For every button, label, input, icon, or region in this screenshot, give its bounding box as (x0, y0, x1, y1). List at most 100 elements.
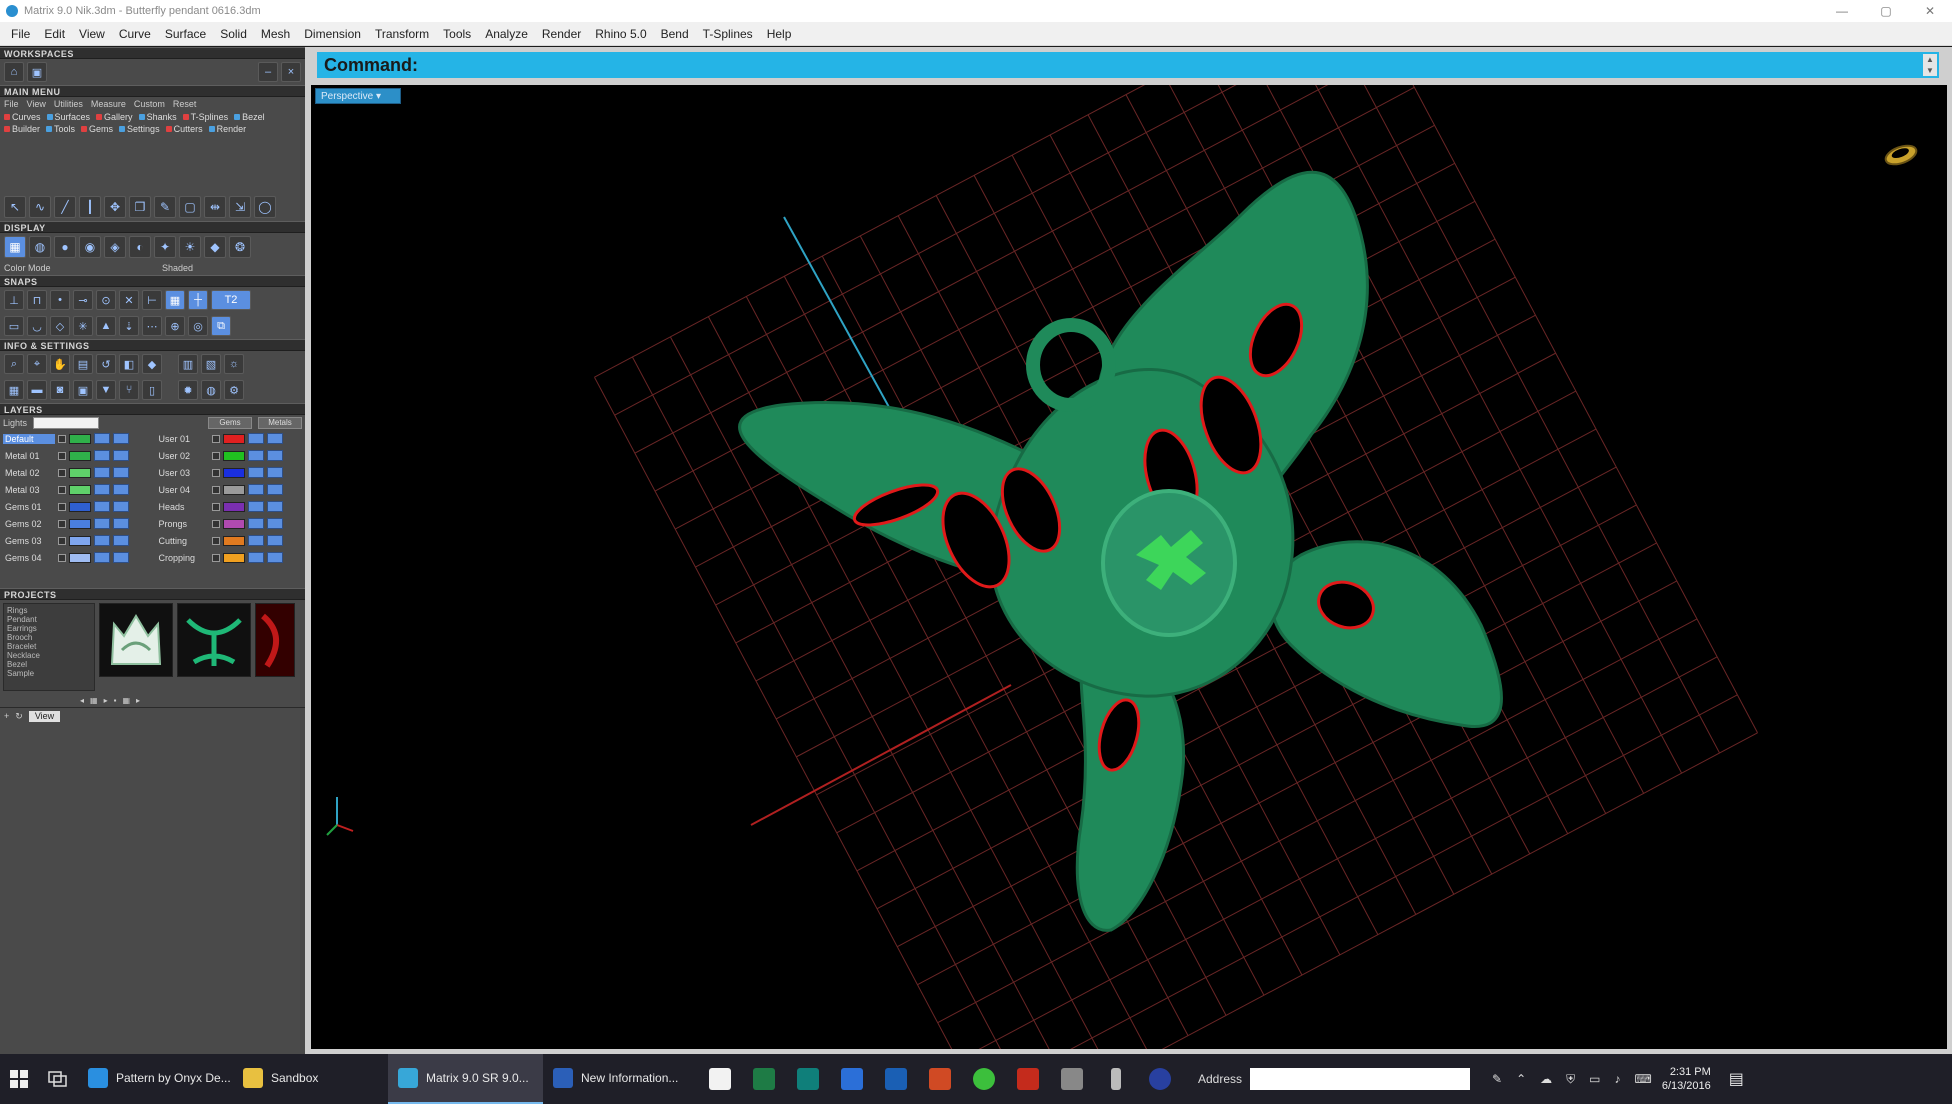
layer-row[interactable]: Gems 01 (3, 500, 149, 513)
project-list-item[interactable]: Earrings (7, 624, 91, 633)
layer-visible-checkbox[interactable] (211, 434, 220, 443)
layer-lock-button[interactable] (247, 450, 264, 461)
project-list-item[interactable]: Rings (7, 606, 91, 615)
layer-row[interactable]: User 02 (157, 449, 303, 462)
layer-color-swatch[interactable] (69, 501, 91, 512)
snap-int-icon[interactable]: ✕ (119, 290, 139, 310)
camera-icon[interactable]: ◙ (50, 380, 70, 400)
project-thumbnail-3[interactable] (255, 603, 295, 677)
layer-lock-button[interactable] (94, 535, 110, 546)
tray-sound-icon[interactable]: ♪ (1615, 1072, 1621, 1086)
menu-curve[interactable]: Curve (112, 27, 158, 41)
command-scroll-icon[interactable]: ▲ ▼ (1923, 54, 1937, 76)
layer-row[interactable]: Gems 03 (3, 534, 149, 547)
sun-icon[interactable]: ✹ (178, 380, 198, 400)
pin-store[interactable] (698, 1054, 742, 1104)
shaded-display-icon[interactable]: ● (54, 236, 76, 258)
main-menu-chip-gallery[interactable]: Gallery (96, 112, 133, 122)
workspace-minus-icon[interactable]: – (258, 62, 278, 82)
layer-visible-checkbox[interactable] (211, 485, 220, 494)
layer-row[interactable]: User 04 (157, 483, 303, 496)
projects-add-icon[interactable]: + (4, 711, 9, 722)
copy-tool-icon[interactable]: ❐ (129, 196, 151, 218)
tray-network-icon[interactable]: ▭ (1589, 1072, 1600, 1086)
layer-material-button[interactable] (113, 433, 129, 444)
tray-shield-icon[interactable]: ⛨ (1566, 1072, 1575, 1087)
project-list-item[interactable]: Pendant (7, 615, 91, 624)
layer-icon[interactable]: ▧ (201, 354, 221, 374)
projects-list[interactable]: Rings Pendant Earrings Brooch Bracelet Neckla… (3, 603, 95, 691)
material-icon[interactable]: ◆ (142, 354, 162, 374)
layer-lock-button[interactable] (247, 467, 264, 478)
maximize-button[interactable]: ▢ (1864, 0, 1908, 22)
layer-row[interactable]: Cutting (157, 534, 303, 547)
layer-color-swatch[interactable] (222, 484, 245, 495)
main-menu-chip-t-splines[interactable]: T-Splines (182, 112, 228, 122)
layer-row[interactable]: User 03 (157, 466, 303, 479)
rendered-display-icon[interactable]: ◉ (79, 236, 101, 258)
thumb-grid2-icon[interactable]: ▦ (122, 696, 130, 705)
pin-publisher[interactable] (786, 1054, 830, 1104)
project-list-item[interactable]: Brooch (7, 633, 91, 642)
layer-color-swatch[interactable] (69, 467, 91, 478)
workspace-save-icon[interactable]: ▣ (27, 62, 47, 82)
layer-visible-checkbox[interactable] (58, 434, 66, 443)
snap-smart-icon[interactable]: ⋯ (142, 316, 162, 336)
layer-lock-button[interactable] (94, 501, 110, 512)
snap-value[interactable]: T2 (211, 290, 251, 310)
project-list-item[interactable]: Bezel (7, 660, 91, 669)
properties-icon[interactable]: ▤ (73, 354, 93, 374)
layer-visible-checkbox[interactable] (58, 519, 66, 528)
layer-visible-checkbox[interactable] (211, 519, 220, 528)
grid-settings-icon[interactable]: ▦ (4, 380, 24, 400)
layer-color-swatch[interactable] (69, 484, 91, 495)
move-tool-icon[interactable]: ✥ (104, 196, 126, 218)
main-menu-chip-bezel[interactable]: Bezel (234, 112, 265, 122)
close-button[interactable]: ✕ (1908, 0, 1952, 22)
task-view-button[interactable] (38, 1054, 78, 1104)
layer-row[interactable]: Metal 01 (3, 449, 149, 462)
mirror-tool-icon[interactable]: ⇹ (204, 196, 226, 218)
layer-visible-checkbox[interactable] (211, 468, 220, 477)
wireframe-display-icon[interactable]: ▦ (4, 236, 26, 258)
zoom-icon[interactable]: ⌕ (4, 354, 24, 374)
workspace-close-icon[interactable]: × (281, 62, 301, 82)
layer-material-button[interactable] (266, 450, 283, 461)
section-snaps[interactable]: SNAPS (0, 275, 305, 287)
layer-color-swatch[interactable] (69, 450, 91, 461)
layer-material-button[interactable] (266, 535, 283, 546)
layer-material-button[interactable] (266, 484, 283, 495)
layer-row[interactable]: Gems 04 (3, 551, 149, 564)
layer-material-button[interactable] (266, 552, 283, 563)
layer-color-swatch[interactable] (222, 518, 245, 529)
main-menu-chip-shanks[interactable]: Shanks (138, 112, 177, 122)
notifications-button[interactable]: ▤ (1719, 1054, 1754, 1104)
layer-color-swatch[interactable] (222, 433, 245, 444)
section-workspaces[interactable]: WORKSPACES (0, 47, 305, 59)
section-main-menu[interactable]: MAIN MENU (0, 85, 305, 97)
snap-project-icon[interactable]: ⇣ (119, 316, 139, 336)
snap-end-icon[interactable]: ⊥ (4, 290, 24, 310)
edit-tool-icon[interactable]: ✎ (154, 196, 176, 218)
project-list-item[interactable]: Bracelet (7, 642, 91, 651)
options-icon[interactable]: ⚙ (224, 380, 244, 400)
project-list-item[interactable]: Sample (7, 669, 91, 678)
document-icon[interactable]: ▯ (142, 380, 162, 400)
menu-transform[interactable]: Transform (368, 27, 436, 41)
layer-material-button[interactable] (113, 501, 129, 512)
projects-refresh-icon[interactable]: ↻ (15, 711, 23, 722)
main-menu-tab-utilities[interactable]: Utilities (54, 99, 83, 109)
history-icon[interactable]: ↺ (96, 354, 116, 374)
main-menu-chip-settings[interactable]: Settings (119, 124, 160, 134)
lights-icon[interactable]: ☼ (224, 354, 244, 374)
main-menu-chip-gems[interactable]: Gems (81, 124, 113, 134)
units-icon[interactable]: ▬ (27, 380, 47, 400)
taskbar-task[interactable]: Pattern by Onyx De... (78, 1054, 233, 1104)
line-tool-icon[interactable]: ╱ (54, 196, 76, 218)
snap-cen-icon[interactable]: ⊙ (96, 290, 116, 310)
clock[interactable]: 2:31 PM 6/13/2016 (1662, 1065, 1711, 1093)
layer-row[interactable]: Heads (157, 500, 303, 513)
pin-chat[interactable] (962, 1054, 1006, 1104)
environment-icon[interactable]: ◍ (201, 380, 221, 400)
menu-help[interactable]: Help (760, 27, 799, 41)
